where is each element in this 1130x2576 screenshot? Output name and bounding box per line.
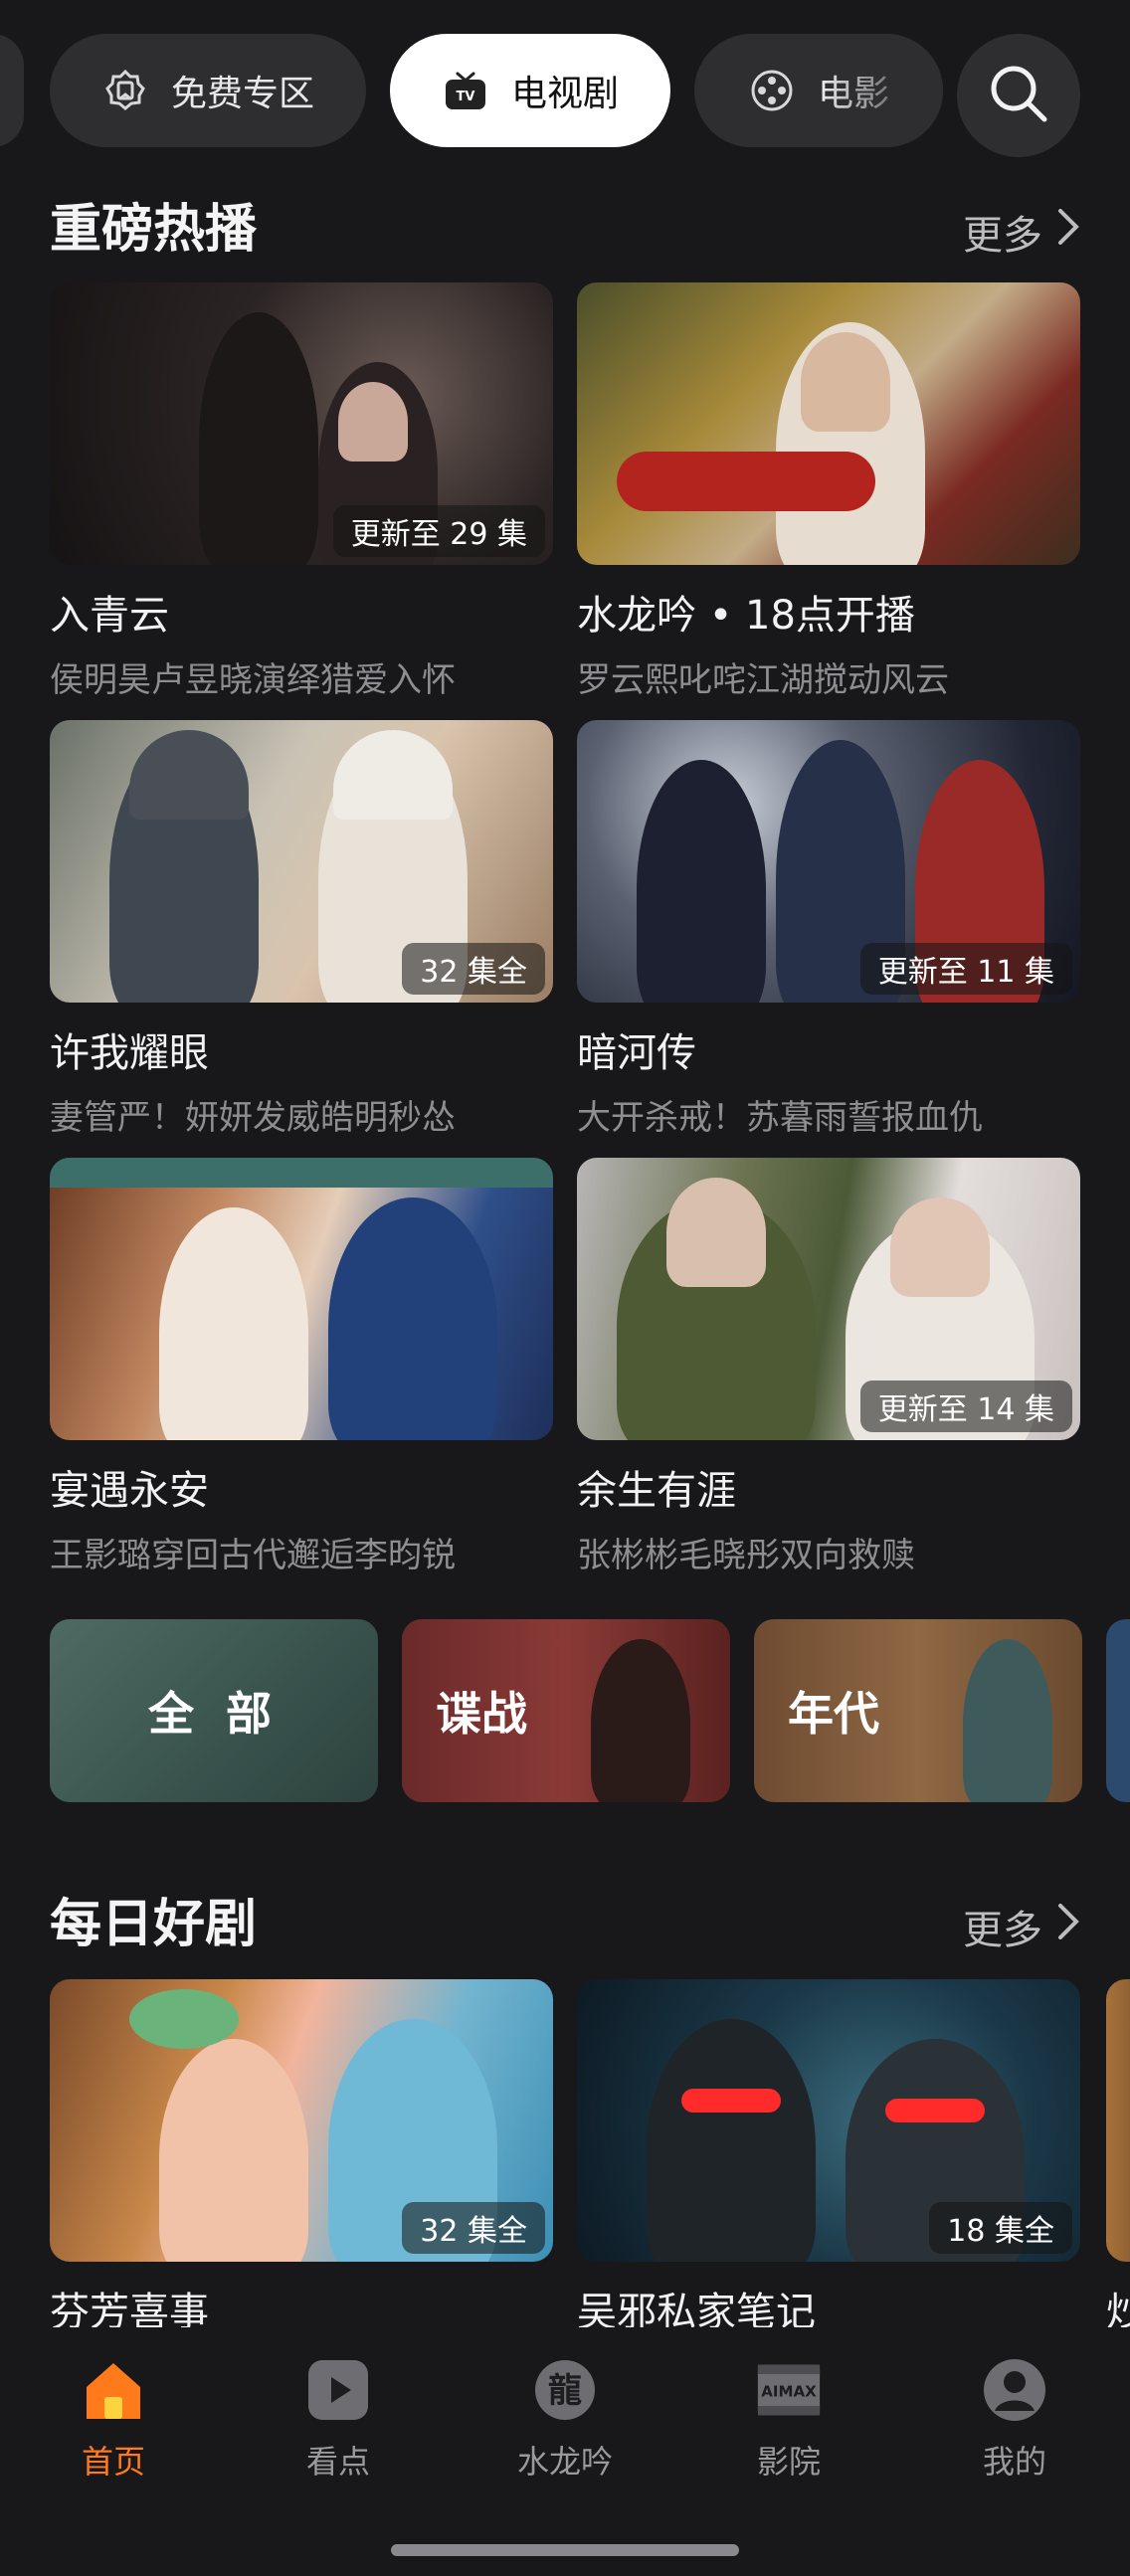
card-title: 许我耀眼 <box>50 1030 209 1076</box>
daily-more-link[interactable]: 更多 <box>963 1898 1080 1955</box>
card-title: 暗河传 <box>577 1030 696 1076</box>
tab-movie[interactable]: 电影 <box>694 34 943 147</box>
svg-text:AIMAX: AIMAX <box>761 2383 817 2401</box>
episode-badge: 32 集全 <box>402 2202 545 2254</box>
nav-profile-label: 我的 <box>982 2443 1046 2481</box>
card-subtitle: 王影璐穿回古代邂逅李昀锐 <box>50 1536 456 1575</box>
play-icon <box>305 2357 371 2423</box>
card-subtitle: 张彬彬毛晓彤双向救赎 <box>577 1536 915 1575</box>
genre-spy-label: 谍战 <box>436 1687 527 1741</box>
svg-text:龍: 龍 <box>548 2371 582 2411</box>
nav-cinema[interactable]: AIMAX 影院 <box>699 2357 878 2483</box>
genre-era-label: 年代 <box>788 1687 879 1741</box>
genre-all-label: 全 部 <box>147 1687 280 1741</box>
nav-highlights-label: 看点 <box>305 2443 370 2481</box>
genre-era[interactable]: 年代 <box>754 1619 1082 1802</box>
free-zone-icon <box>101 67 149 114</box>
chevron-right-icon <box>1056 1902 1080 1951</box>
episode-badge: 更新至 14 集 <box>859 1380 1072 1432</box>
card-title: 余生有涯 <box>577 1468 736 1514</box>
card-subtitle: 大开杀戒！苏暮雨誓报血仇 <box>577 1098 983 1138</box>
nav-home[interactable]: 首页 <box>24 2357 203 2483</box>
card-subtitle: 罗云熙叱咤江湖搅动风云 <box>577 660 949 700</box>
daily-section-title: 每日好剧 <box>50 1895 258 1954</box>
genre-all[interactable]: 全 部 <box>50 1619 378 1802</box>
nav-home-label: 首页 <box>81 2443 145 2481</box>
poster-image <box>50 1158 553 1440</box>
poster-image: 更新至 14 集 <box>577 1158 1080 1440</box>
poster-image: 32 集全 <box>50 1979 553 2262</box>
genre-spy[interactable]: 谍战 <box>402 1619 730 1802</box>
card-title: 入青云 <box>50 593 169 639</box>
genre-next-partial[interactable] <box>1106 1619 1130 1802</box>
episode-badge: 32 集全 <box>402 943 545 995</box>
poster-image: 32 集全 <box>50 720 553 1003</box>
drama-card[interactable]: 18 集全 吴邪私家笔记 <box>577 1979 1080 2337</box>
poster-image <box>577 282 1080 565</box>
tv-icon: TV <box>442 67 489 114</box>
home-icon <box>81 2357 146 2423</box>
tab-previous-partial[interactable] <box>0 34 24 147</box>
nav-highlights[interactable]: 看点 <box>249 2357 428 2483</box>
nav-shuilongyin[interactable]: 龍 水龙吟 <box>475 2357 655 2483</box>
bottom-nav: 首页 看点 龍 水龙吟 AIMAX 影院 我的 <box>0 2327 1130 2576</box>
dragon-icon: 龍 <box>532 2357 598 2423</box>
poster-image: 更新至 11 集 <box>577 720 1080 1003</box>
tab-free-zone-label: 免费专区 <box>170 74 314 114</box>
drama-card[interactable]: 32 集全 许我耀眼 妻管严！妍妍发威皓明秒怂 <box>50 720 553 1139</box>
hot-more-label: 更多 <box>963 213 1042 259</box>
nav-shuilongyin-label: 水龙吟 <box>516 2443 613 2481</box>
episode-badge: 更新至 11 集 <box>859 943 1072 995</box>
tab-tv-label: 电视剧 <box>510 74 619 114</box>
tab-free-zone[interactable]: 免费专区 <box>50 34 366 147</box>
card-title: 水龙吟 • 18点开播 <box>577 593 915 639</box>
nav-profile[interactable]: 我的 <box>925 2357 1104 2483</box>
drama-card[interactable]: 水龙吟 • 18点开播 罗云熙叱咤江湖搅动风云 <box>577 282 1080 701</box>
drama-card[interactable]: 32 集全 芬芳喜事 <box>50 1979 553 2337</box>
nav-cinema-label: 影院 <box>756 2443 821 2481</box>
profile-icon <box>982 2357 1047 2423</box>
cinema-icon: AIMAX <box>756 2357 822 2423</box>
chevron-right-icon <box>1056 207 1080 257</box>
category-tabs: 免费专区 TV 电视剧 电影 <box>0 34 1130 157</box>
episode-badge: 更新至 29 集 <box>332 505 545 557</box>
daily-more-label: 更多 <box>963 1908 1042 1953</box>
drama-card-partial[interactable] <box>1106 1979 1130 2262</box>
poster-image: 18 集全 <box>577 1979 1080 2262</box>
svg-text:TV: TV <box>457 90 475 104</box>
card-title: 宴遇永安 <box>50 1468 209 1514</box>
episode-badge: 18 集全 <box>929 2202 1072 2254</box>
card-subtitle: 侯明昊卢昱晓演绎猎爱入怀 <box>50 660 456 700</box>
poster-image: 更新至 29 集 <box>50 282 553 565</box>
search-button[interactable] <box>957 34 1080 157</box>
hot-more-link[interactable]: 更多 <box>963 203 1080 261</box>
search-icon <box>987 62 1050 129</box>
card-subtitle: 妻管严！妍妍发威皓明秒怂 <box>50 1098 456 1138</box>
film-reel-icon <box>748 67 796 114</box>
home-indicator[interactable] <box>391 2544 739 2556</box>
drama-card[interactable]: 更新至 29 集 入青云 侯明昊卢昱晓演绎猎爱入怀 <box>50 282 553 701</box>
drama-card[interactable]: 更新至 11 集 暗河传 大开杀戒！苏暮雨誓报血仇 <box>577 720 1080 1139</box>
drama-card[interactable]: 更新至 14 集 余生有涯 张彬彬毛晓彤双向救赎 <box>577 1158 1080 1576</box>
drama-card[interactable]: 宴遇永安 王影璐穿回古代邂逅李昀锐 <box>50 1158 553 1576</box>
hot-section-title: 重磅热播 <box>50 200 258 260</box>
tab-movie-label: 电影 <box>817 74 889 114</box>
tab-tv[interactable]: TV 电视剧 <box>390 34 670 147</box>
